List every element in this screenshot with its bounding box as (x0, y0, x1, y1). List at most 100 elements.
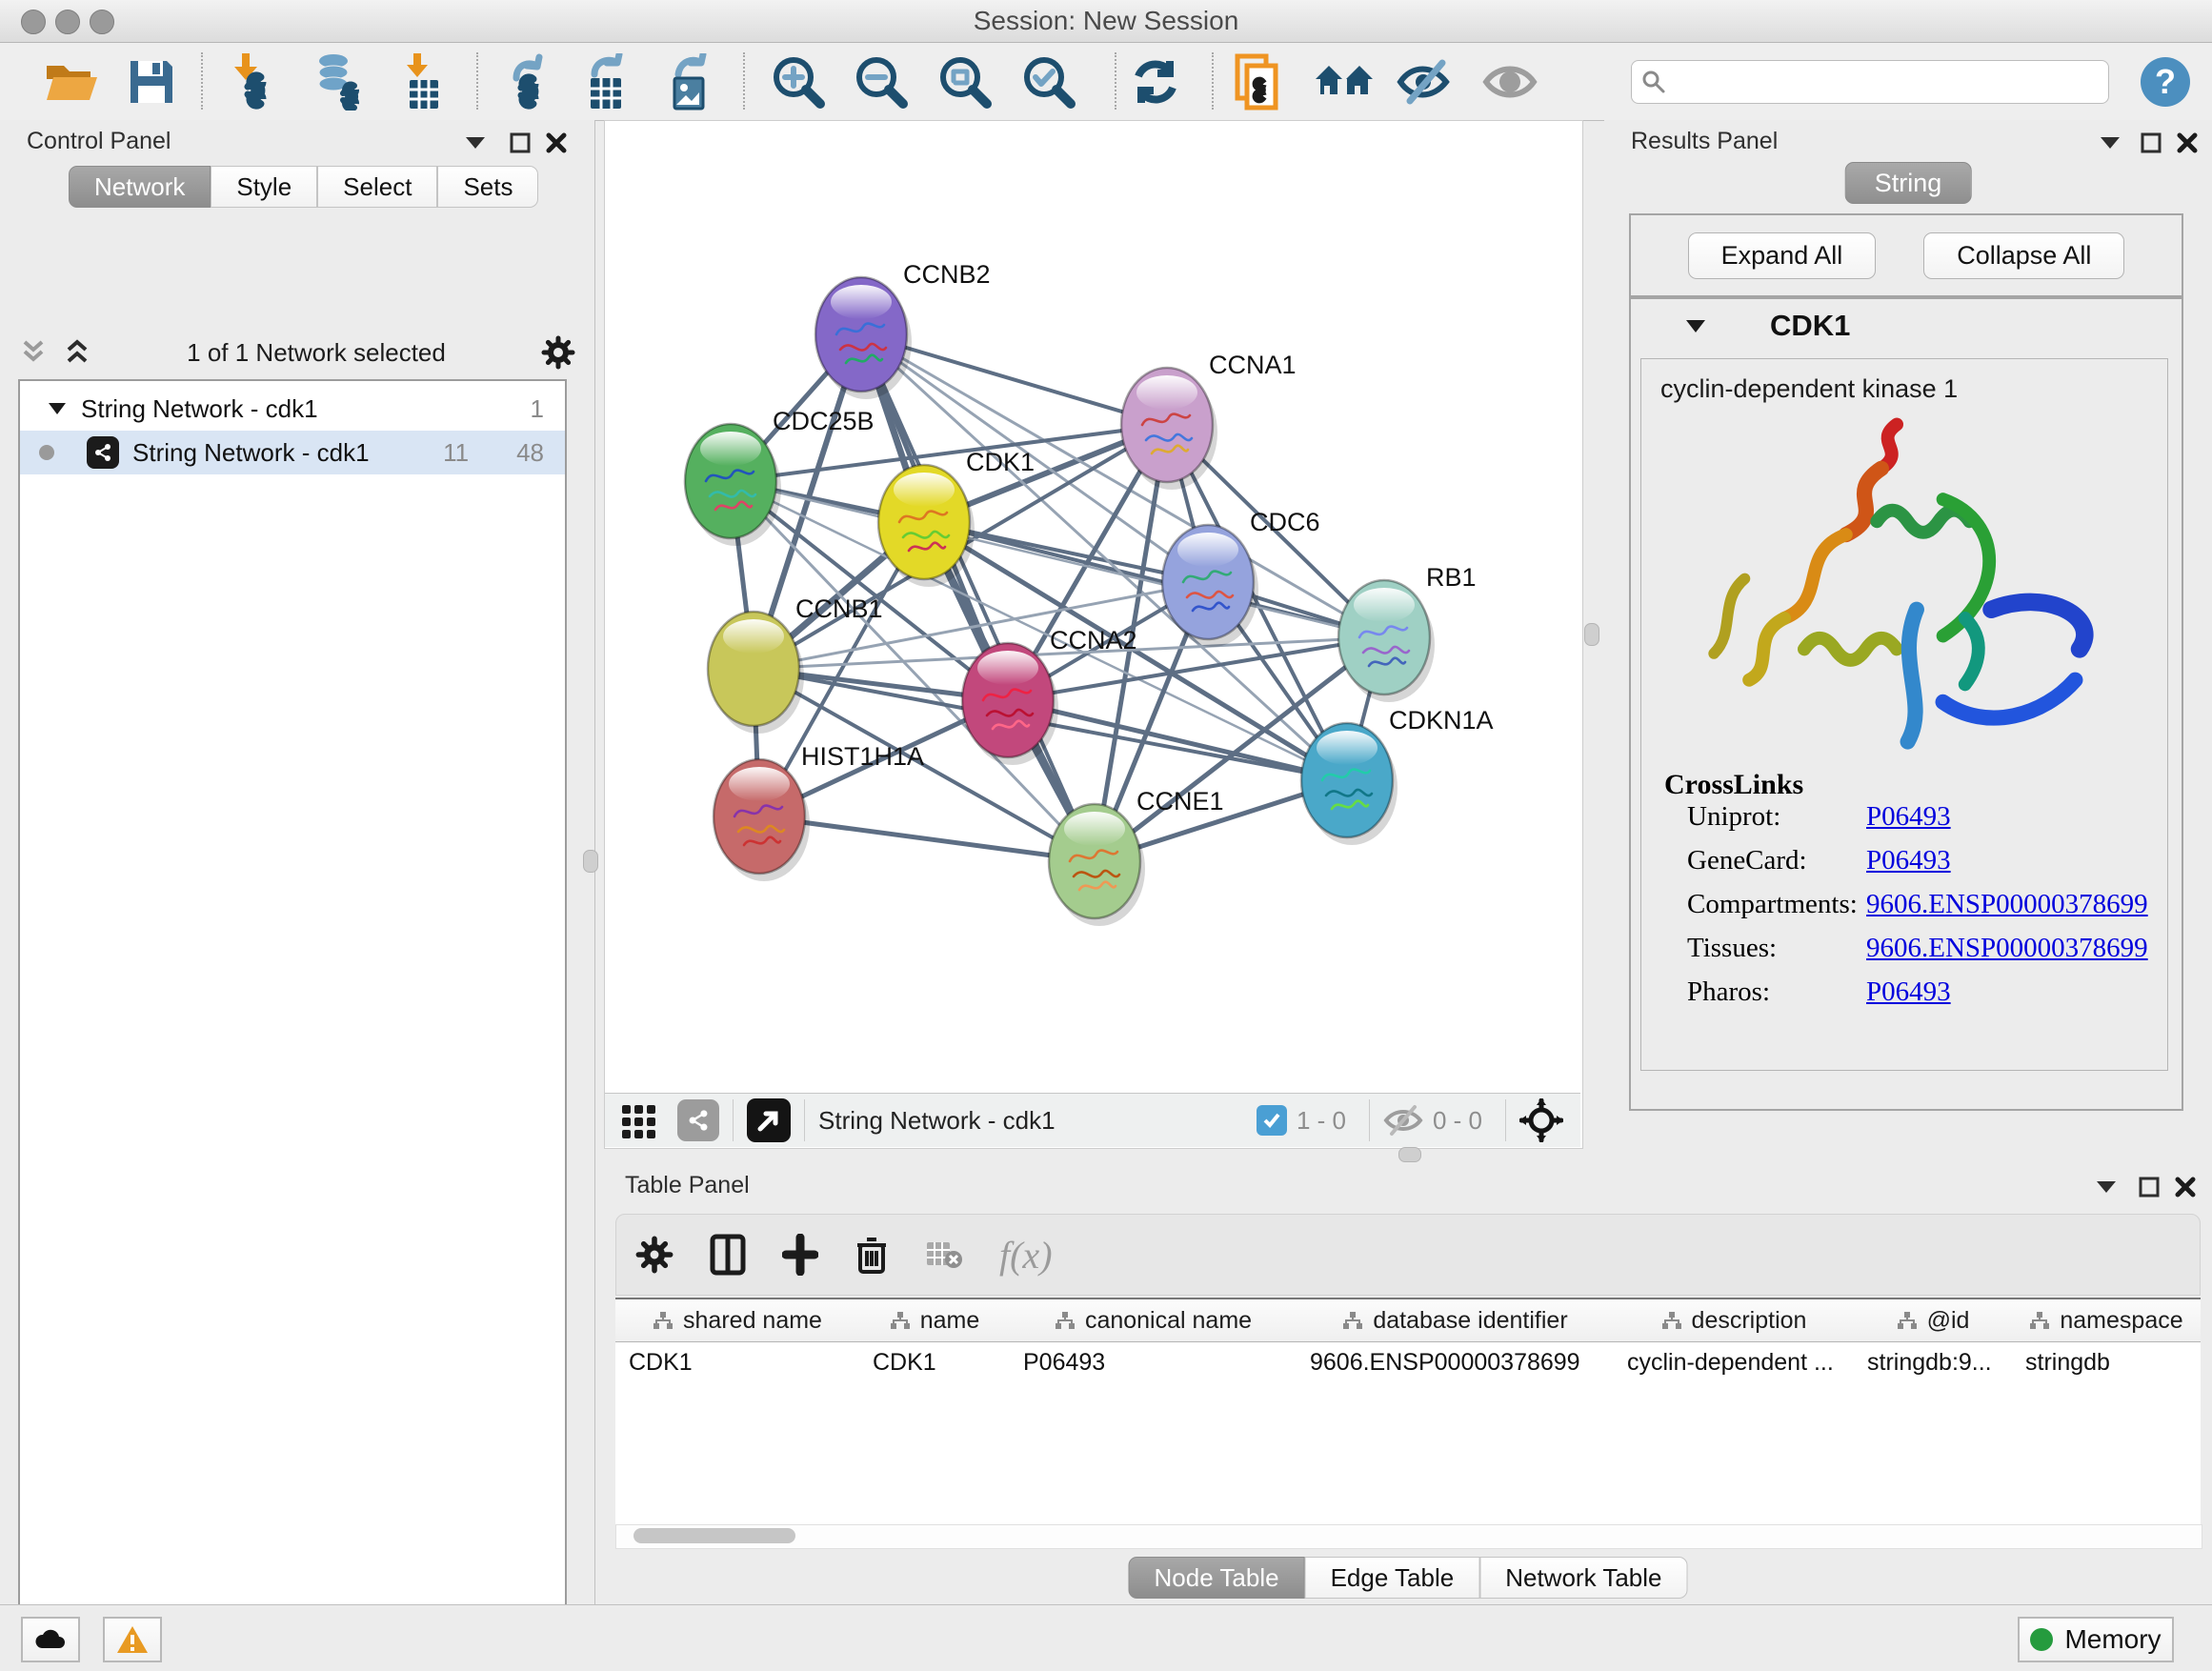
save-session-button[interactable] (120, 50, 183, 113)
cloud-status-button[interactable] (21, 1617, 80, 1662)
zoom-in-button[interactable] (767, 50, 830, 113)
node-HIST1H1A[interactable]: HIST1H1A (714, 742, 924, 881)
table-hscrollbar[interactable] (615, 1524, 2202, 1549)
tab-select[interactable]: Select (317, 166, 437, 208)
table-hscrollbar-thumb[interactable] (633, 1528, 795, 1543)
show-columns-icon[interactable] (710, 1234, 746, 1276)
float-panel-icon[interactable] (2140, 131, 2172, 160)
import-table-file-button[interactable] (391, 50, 453, 113)
node-CDC25B[interactable]: CDC25B (685, 407, 875, 546)
tab-style[interactable]: Style (211, 166, 317, 208)
node-table[interactable]: shared nameCDK1nameCDK1canonical nameP06… (615, 1298, 2201, 1526)
collapse-all-button[interactable]: Collapse All (1923, 232, 2124, 279)
section-collapse-icon[interactable] (1684, 318, 1707, 334)
warnings-button[interactable] (103, 1617, 162, 1662)
collection-expand-icon[interactable] (47, 401, 68, 416)
close-panel-icon[interactable] (2174, 1176, 2206, 1204)
crosslink-link[interactable]: P06493 (1866, 976, 1951, 1008)
column-header-name[interactable]: name (859, 1299, 1011, 1342)
tab-string[interactable]: String (1845, 162, 1972, 204)
network-selection-status: 1 of 1 Network selected (91, 338, 541, 368)
network-options-gear-icon[interactable] (541, 335, 575, 370)
first-neighbors-button[interactable] (1313, 50, 1376, 113)
node-CDC6[interactable]: CDC6 (1162, 508, 1320, 647)
detach-view-icon[interactable] (747, 1098, 791, 1142)
hidden-eye-icon[interactable] (1383, 1104, 1423, 1137)
cell-name[interactable]: CDK1 (859, 1341, 1010, 1383)
edge-CCNB2-CCNE1[interactable] (861, 334, 1095, 861)
create-column-icon[interactable] (782, 1234, 818, 1276)
expand-all-button[interactable]: Expand All (1688, 232, 1877, 279)
crosslink-row: Pharos:P06493 (1664, 976, 1803, 1020)
string-view-icon[interactable] (677, 1099, 719, 1141)
edge-CCNA2-CDKN1A[interactable] (1008, 700, 1347, 780)
tab-network[interactable]: Network (69, 166, 211, 208)
crosslink-link[interactable]: 9606.ENSP00000378699 (1866, 889, 2148, 920)
node-CDKN1A[interactable]: CDKN1A (1301, 706, 1494, 845)
collapse-all-networks-icon[interactable] (19, 338, 48, 367)
tab-sets[interactable]: Sets (437, 166, 538, 208)
network-collection-row[interactable]: String Network - cdk1 1 (20, 387, 565, 431)
float-panel-icon[interactable] (509, 131, 541, 160)
zoom-fit-button[interactable] (934, 50, 996, 113)
help-button[interactable]: ? (2134, 50, 2197, 113)
cell-canonicalname[interactable]: P06493 (1010, 1341, 1297, 1383)
memory-button[interactable]: Memory (2018, 1617, 2174, 1662)
close-panel-icon[interactable] (2176, 131, 2208, 160)
panel-menu-icon[interactable] (2098, 133, 2130, 162)
crosslink-link[interactable]: P06493 (1866, 845, 1951, 876)
new-network-from-selection-button[interactable] (1227, 50, 1290, 113)
tab-network-table[interactable]: Network Table (1479, 1557, 1687, 1599)
birds-eye-toggle-icon[interactable] (1519, 1098, 1563, 1142)
crosslink-link[interactable]: P06493 (1866, 801, 1951, 833)
cell-description[interactable]: cyclin-dependent ... (1614, 1341, 1854, 1383)
panel-menu-icon[interactable] (463, 133, 495, 162)
table-settings-gear-icon[interactable] (635, 1236, 674, 1274)
node-CCNB2[interactable]: CCNB2 (815, 260, 991, 399)
export-image-button[interactable] (657, 50, 720, 113)
export-table-button[interactable] (575, 50, 638, 113)
show-all-button[interactable] (1478, 50, 1541, 113)
cell-id[interactable]: stringdb:9... (1854, 1341, 2012, 1383)
tab-node-table[interactable]: Node Table (1129, 1557, 1305, 1599)
column-header-description[interactable]: description (1614, 1299, 1855, 1342)
apply-layout-button[interactable] (1124, 50, 1187, 113)
expand-all-networks-icon[interactable] (63, 338, 91, 367)
node-RB1[interactable]: RB1 (1338, 563, 1477, 702)
right-splitter-handle[interactable] (1584, 623, 1599, 646)
left-splitter-handle[interactable] (583, 850, 598, 873)
search-field[interactable] (1631, 60, 2109, 104)
search-input[interactable] (1676, 64, 2108, 100)
node-CCNA1[interactable]: CCNA1 (1121, 351, 1297, 490)
open-session-button[interactable] (40, 50, 103, 113)
network-canvas[interactable]: CCNB2CCNA1CDC25BCDK1CDC6RB1CCNB1CCNA2CDK… (605, 121, 1580, 1093)
cell-namespace[interactable]: stringdb (2012, 1341, 2201, 1383)
cell-sharedname[interactable]: CDK1 (615, 1341, 859, 1383)
selected-checkbox-icon[interactable] (1257, 1105, 1287, 1136)
export-network-button[interactable] (493, 50, 556, 113)
zoom-out-button[interactable] (850, 50, 913, 113)
node-CCNE1[interactable]: CCNE1 (1049, 787, 1224, 926)
import-table-icon (396, 53, 448, 111)
column-header-namespace[interactable]: namespace (2012, 1299, 2201, 1342)
close-panel-icon[interactable] (545, 131, 577, 160)
grid-view-icon[interactable] (620, 1101, 658, 1139)
column-header-databaseidentifier[interactable]: database identifier (1297, 1299, 1615, 1342)
float-panel-icon[interactable] (2138, 1176, 2170, 1204)
panel-menu-icon[interactable] (2094, 1178, 2126, 1206)
crosslink-row: Compartments:9606.ENSP00000378699 (1664, 889, 1803, 933)
column-header-sharedname[interactable]: shared name (615, 1299, 860, 1342)
hide-selected-button[interactable] (1395, 50, 1458, 113)
import-network-file-button[interactable] (219, 50, 282, 113)
column-header-canonicalname[interactable]: canonical name (1010, 1299, 1297, 1342)
bottom-splitter-handle[interactable] (1398, 1147, 1421, 1162)
cell-databaseidentifier[interactable]: 9606.ENSP00000378699 (1297, 1341, 1614, 1383)
zoom-selected-button[interactable] (1017, 50, 1080, 113)
column-header-id[interactable]: @id (1854, 1299, 2013, 1342)
delete-column-icon[interactable] (855, 1234, 889, 1276)
import-network-database-button[interactable] (304, 50, 367, 113)
crosslink-link[interactable]: 9606.ENSP00000378699 (1866, 933, 2148, 964)
tab-edge-table[interactable]: Edge Table (1305, 1557, 1480, 1599)
network-row-selected[interactable]: String Network - cdk1 11 48 (20, 431, 565, 474)
gene-section-header[interactable]: CDK1 (1631, 299, 2182, 352)
